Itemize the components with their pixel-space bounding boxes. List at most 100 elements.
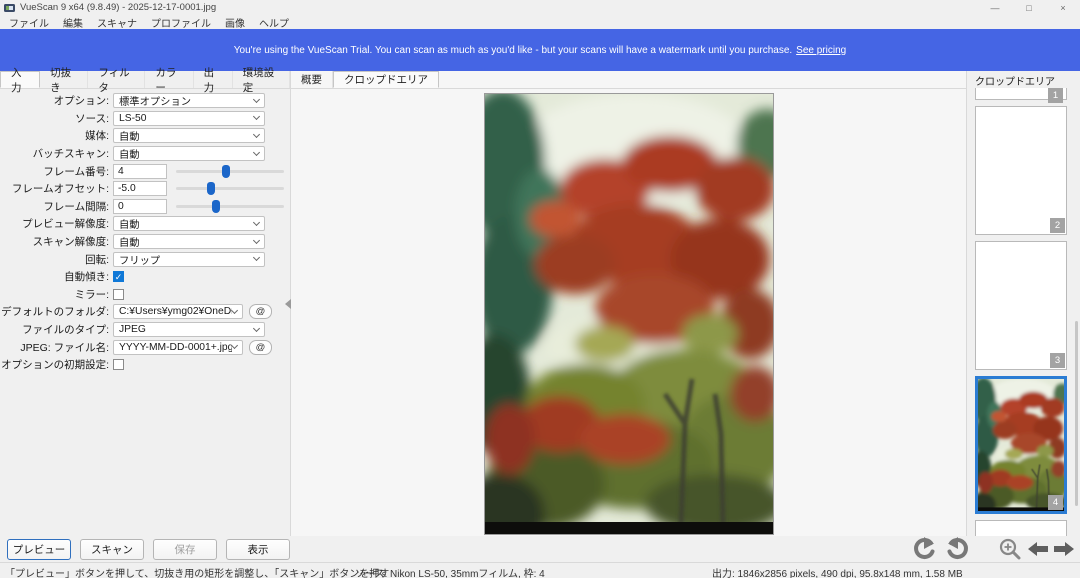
collapse-panel-icon[interactable] [284, 299, 292, 309]
checkbox-11[interactable] [113, 289, 124, 300]
preview-button[interactable]: プレビュー [7, 539, 71, 560]
thumbnail-5[interactable] [975, 520, 1067, 536]
field-label: デフォルトのフォルダ: [0, 304, 113, 319]
zoom-in-icon[interactable] [995, 536, 1025, 562]
preview-canvas [291, 89, 966, 536]
tab-出力[interactable]: 出力 [194, 71, 233, 88]
checkbox-15[interactable] [113, 359, 124, 370]
slider-thumb[interactable] [207, 182, 215, 195]
tab-環境設定[interactable]: 環境設定 [233, 71, 290, 88]
number-input-4[interactable]: 4 [113, 164, 167, 179]
scan-preview-photo [485, 94, 773, 534]
status-output: 出力: 1846x2856 pixels, 490 dpi, 95.8x148 … [712, 565, 963, 578]
preview-tab-概要[interactable]: 概要 [291, 71, 333, 88]
chevron-down-icon [253, 149, 260, 156]
slider-thumb[interactable] [212, 200, 220, 213]
field-row-7: プレビュー解像度:自動 [0, 215, 290, 233]
number-input-5[interactable]: -5.0 [113, 181, 167, 196]
dropdown-13[interactable]: JPEG [113, 322, 265, 337]
dropdown-2[interactable]: 自動 [113, 128, 265, 143]
combo-12[interactable]: C:¥Users¥ymg02¥OneDrive¥ [113, 304, 243, 319]
field-label: ファイルのタイプ: [0, 322, 113, 337]
slider-track[interactable] [176, 187, 284, 190]
field-label: オプションの初期設定: [0, 357, 113, 372]
arrow-right-icon[interactable] [1051, 536, 1077, 562]
dropdown-0[interactable]: 標準オプション [113, 93, 265, 108]
rotate-right-icon[interactable] [941, 536, 975, 562]
menu-ヘルプ[interactable]: ヘルプ [252, 15, 296, 30]
tab-切抜き[interactable]: 切抜き [40, 71, 88, 88]
dropdown-value: 自動 [119, 216, 254, 231]
crop-areas-panel: クロップドエリア 1 234 [966, 71, 1080, 536]
trial-banner-text: You're using the VueScan Trial. You can … [234, 45, 792, 56]
field-label: スキャン解像度: [0, 234, 113, 249]
rotate-left-icon[interactable] [907, 536, 941, 562]
menu-ファイル[interactable]: ファイル [2, 15, 56, 30]
action-bar: プレビュー スキャン 保存 表示 [0, 536, 1080, 562]
menu-スキャナ[interactable]: スキャナ [90, 15, 144, 30]
arrow-left-icon[interactable] [1025, 536, 1051, 562]
dropdown-value: LS-50 [119, 113, 254, 124]
combo-value: C:¥Users¥ymg02¥OneDrive¥ [119, 306, 232, 317]
close-button[interactable]: × [1046, 0, 1080, 15]
combo-14[interactable]: YYYY-MM-DD-0001+.jpg [113, 340, 243, 355]
preview-tab-bar: 概要クロップドエリア [291, 71, 966, 89]
menu-画像[interactable]: 画像 [218, 15, 252, 30]
field-control: 0 [113, 198, 290, 216]
scan-button[interactable]: スキャン [80, 539, 144, 560]
field-row-3: バッチスキャン:自動 [0, 145, 290, 163]
menu-プロファイル[interactable]: プロファイル [144, 15, 218, 30]
see-pricing-link[interactable]: See pricing [796, 45, 846, 56]
field-control: C:¥Users¥ymg02¥OneDrive¥ @ [113, 303, 290, 321]
menu-bar: ファイル編集スキャナプロファイル画像ヘルプ [0, 15, 1080, 29]
status-source: ソース: Nikon LS-50, 35mmフィルム, 枠: 4 [355, 565, 545, 578]
dropdown-8[interactable]: 自動 [113, 234, 265, 249]
browse-button-12[interactable]: @ [249, 304, 272, 319]
field-row-12: デフォルトのフォルダ: C:¥Users¥ymg02¥OneDrive¥ @ [0, 303, 290, 321]
preview-tab-クロップドエリア[interactable]: クロップドエリア [333, 71, 439, 88]
combo-value: YYYY-MM-DD-0001+.jpg [119, 342, 232, 353]
save-button[interactable]: 保存 [153, 539, 217, 560]
thumbnail-4[interactable]: 4 [975, 376, 1067, 514]
menu-編集[interactable]: 編集 [56, 15, 90, 30]
tab-入力[interactable]: 入力 [0, 71, 40, 88]
thumbnail-list: 1 234 [975, 88, 1067, 536]
dropdown-3[interactable]: 自動 [113, 146, 265, 161]
slider-thumb[interactable] [222, 165, 230, 178]
number-input-6[interactable]: 0 [113, 199, 167, 214]
minimize-button[interactable]: — [978, 0, 1012, 15]
field-control: 自動 [113, 233, 290, 251]
thumbnail-3[interactable]: 3 [975, 241, 1067, 370]
slider-track[interactable] [176, 205, 284, 208]
browse-button-14[interactable]: @ [249, 340, 272, 355]
dropdown-7[interactable]: 自動 [113, 216, 265, 231]
field-row-15: オプションの初期設定: [0, 356, 290, 374]
chevron-down-icon [253, 96, 260, 103]
field-label: フレーム間隔: [0, 199, 113, 214]
field-row-13: ファイルのタイプ:JPEG [0, 321, 290, 339]
maximize-button[interactable]: □ [1012, 0, 1046, 15]
field-label: バッチスキャン: [0, 146, 113, 161]
view-button[interactable]: 表示 [226, 539, 290, 560]
field-row-0: オプション:標準オプション [0, 92, 290, 110]
field-row-1: ソース:LS-50 [0, 110, 290, 128]
dropdown-value: 自動 [119, 128, 254, 143]
field-label: フレームオフセット: [0, 181, 113, 196]
tab-カラー[interactable]: カラー [145, 71, 193, 88]
thumbnail-1[interactable]: 1 [975, 88, 1067, 100]
field-control [113, 286, 290, 304]
thumbnail-2[interactable]: 2 [975, 106, 1067, 235]
dropdown-1[interactable]: LS-50 [113, 111, 265, 126]
preview-image[interactable] [484, 93, 774, 535]
checkbox-10[interactable]: ✓ [113, 271, 124, 282]
thumbnail-image [978, 379, 1064, 511]
slider-track[interactable] [176, 170, 284, 173]
window-title: VueScan 9 x64 (9.8.49) - 2025-12-17-0001… [20, 2, 216, 13]
tab-フィルタ[interactable]: フィルタ [88, 71, 145, 88]
thumbnail-scrollbar[interactable] [1075, 321, 1078, 506]
dropdown-value: 自動 [119, 234, 254, 249]
dropdown-9[interactable]: フリップ [113, 252, 265, 267]
crop-areas-title: クロップドエリア [975, 73, 1080, 87]
chevron-down-icon [253, 324, 260, 331]
dropdown-value: 標準オプション [119, 93, 254, 108]
